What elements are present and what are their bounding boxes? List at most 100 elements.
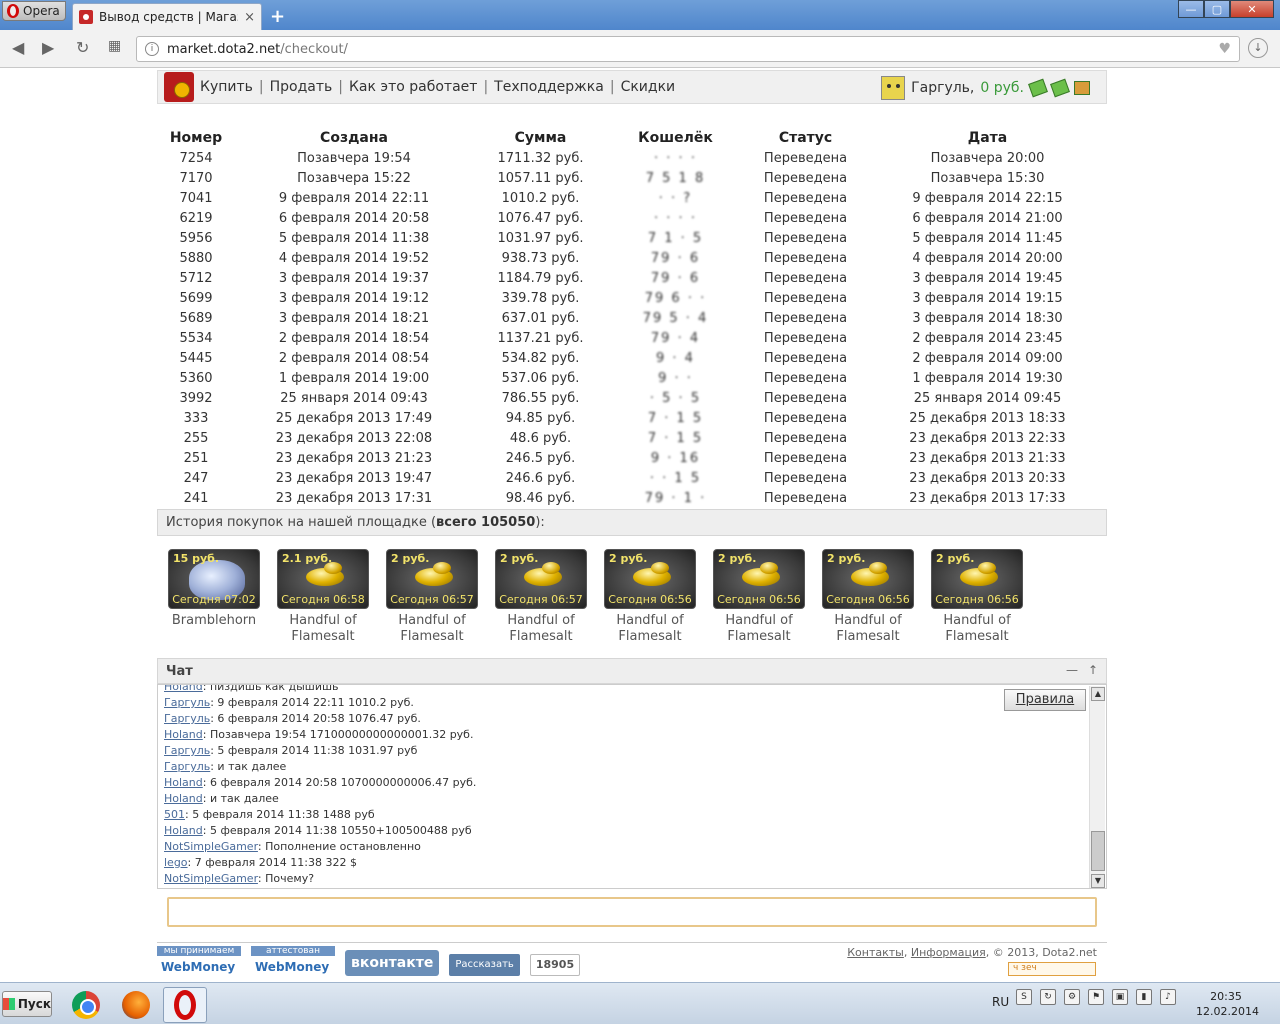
chat-collapse-icon[interactable]: —: [1066, 663, 1078, 677]
avatar[interactable]: [881, 76, 906, 100]
information-link[interactable]: Информация: [911, 946, 986, 959]
item-name[interactable]: Handful of Flamesalt: [604, 613, 696, 645]
chat-nick[interactable]: lego: [164, 856, 188, 869]
chat-nick[interactable]: 501: [164, 808, 185, 821]
chat-scrollbar[interactable]: ▲ ▼: [1089, 686, 1105, 888]
address-bar[interactable]: i market.dota2.net/checkout/ ♥: [136, 36, 1240, 62]
chat-nick[interactable]: Гаргуль: [164, 744, 210, 757]
chat-text: : Почему?: [257, 872, 315, 885]
chat-nick[interactable]: Гаргуль: [164, 712, 210, 725]
network-icon[interactable]: ▮: [1136, 989, 1152, 1005]
purchase-item[interactable]: 2 руб. Сегодня 06:56 Handful of Flamesalt: [822, 549, 914, 645]
purchase-item[interactable]: 2 руб. Сегодня 06:56 Handful of Flamesalt: [713, 549, 805, 645]
chat-messages[interactable]: Holand: пиздишь как дышишь Гаргуль: 9 фев…: [157, 684, 1107, 889]
add-funds-icon[interactable]: [1028, 78, 1048, 98]
site-info-icon[interactable]: i: [145, 42, 159, 56]
device-icon[interactable]: ▣: [1112, 989, 1128, 1005]
reload-icon[interactable]: ↻: [76, 38, 89, 57]
scroll-down-icon[interactable]: ▼: [1091, 874, 1105, 888]
chat-nick[interactable]: Holand: [164, 728, 203, 741]
item-name[interactable]: Handful of Flamesalt: [495, 613, 587, 645]
rules-button[interactable]: Правила: [1004, 689, 1086, 711]
purchase-item[interactable]: 2 руб. Сегодня 06:57 Handful of Flamesalt: [495, 549, 587, 645]
chat-up-icon[interactable]: ↑: [1088, 663, 1098, 677]
cell-wallet: 79 · 6: [650, 250, 701, 266]
steam-icon[interactable]: S: [1016, 989, 1032, 1005]
contacts-link[interactable]: Контакты: [847, 946, 904, 959]
settings-icon[interactable]: ⚙: [1064, 989, 1080, 1005]
item-name[interactable]: Handful of Flamesalt: [713, 613, 805, 645]
tab-close-icon[interactable]: ×: [244, 10, 255, 25]
taskbar-firefox[interactable]: [114, 987, 158, 1023]
speed-dial-grid-icon[interactable]: ▦: [108, 38, 121, 54]
menu-discounts[interactable]: Скидки: [621, 79, 676, 95]
menu-how-it-works[interactable]: Как это работает: [349, 79, 477, 95]
flag-icon[interactable]: ⚑: [1088, 989, 1104, 1005]
purchase-item[interactable]: 15 руб. Сегодня 07:02 Bramblehorn: [168, 549, 260, 645]
vkontakte-button[interactable]: вконтакте: [345, 950, 440, 976]
item-card[interactable]: 2 руб. Сегодня 06:56: [713, 549, 805, 609]
purchase-item[interactable]: 2 руб. Сегодня 06:57 Handful of Flamesalt: [386, 549, 478, 645]
purchase-item[interactable]: 2 руб. Сегодня 06:56 Handful of Flamesalt: [604, 549, 696, 645]
chat-nick[interactable]: Holand: [164, 792, 203, 805]
item-card[interactable]: 2.1 руб. Сегодня 06:58: [277, 549, 369, 609]
item-name[interactable]: Handful of Flamesalt: [277, 613, 369, 645]
chat-nick[interactable]: Holand: [164, 776, 203, 789]
menu-buy[interactable]: Купить: [200, 79, 253, 95]
scroll-thumb[interactable]: [1091, 831, 1105, 871]
opera-menu-button[interactable]: Opera: [2, 1, 66, 21]
chat-nick[interactable]: NotSimpleGamer: [164, 872, 258, 885]
item-name[interactable]: Handful of Flamesalt: [386, 613, 478, 645]
new-tab-button[interactable]: +: [270, 6, 285, 27]
start-button[interactable]: Пуск: [2, 991, 52, 1017]
username[interactable]: Гаргуль,: [911, 80, 974, 96]
chat-nick[interactable]: Гаргуль: [164, 760, 210, 773]
item-name[interactable]: Handful of Flamesalt: [931, 613, 1023, 645]
volume-icon[interactable]: ♪: [1160, 989, 1176, 1005]
menu-sell[interactable]: Продать: [270, 79, 333, 95]
item-card[interactable]: 2 руб. Сегодня 06:57: [495, 549, 587, 609]
downloads-icon[interactable]: ↓: [1248, 38, 1268, 58]
logout-icon[interactable]: [1074, 81, 1090, 95]
cell-number: 255: [183, 430, 209, 446]
language-indicator[interactable]: RU: [992, 995, 1009, 1009]
scroll-up-icon[interactable]: ▲: [1091, 687, 1105, 701]
item-card[interactable]: 2 руб. Сегодня 06:56: [604, 549, 696, 609]
item-name[interactable]: Handful of Flamesalt: [822, 613, 914, 645]
col-date-header: Дата: [967, 130, 1008, 146]
visit-counter-badge[interactable]: ч зеч: [1008, 962, 1096, 976]
taskbar-opera[interactable]: [163, 987, 207, 1023]
cell-status: Переведена: [763, 170, 848, 186]
close-window-button[interactable]: ✕: [1230, 0, 1274, 18]
clock[interactable]: 20:35 12.02.2014: [1196, 989, 1259, 1019]
sync-icon[interactable]: ↻: [1040, 989, 1056, 1005]
forward-arrow-icon[interactable]: ▶: [42, 38, 54, 57]
menu-support[interactable]: Техподдержка: [494, 79, 604, 95]
browser-tab[interactable]: Вывод средств | Магазин ×: [72, 3, 262, 30]
purchase-item[interactable]: 2.1 руб. Сегодня 06:58 Handful of Flamesal…: [277, 549, 369, 645]
chat-nick[interactable]: Holand: [164, 824, 203, 837]
item-card[interactable]: 15 руб. Сегодня 07:02: [168, 549, 260, 609]
item-name[interactable]: Bramblehorn: [168, 613, 260, 629]
minimize-button[interactable]: —: [1178, 0, 1204, 18]
cell-number: 5534: [179, 330, 213, 346]
back-arrow-icon[interactable]: ◀: [12, 38, 24, 57]
taskbar-chrome[interactable]: [64, 987, 108, 1023]
webmoney-attested-badge[interactable]: аттестован WebMoney: [251, 946, 335, 976]
cell-status: Переведена: [763, 250, 848, 266]
item-card[interactable]: 2 руб. Сегодня 06:56: [822, 549, 914, 609]
purchase-item[interactable]: 2 руб. Сегодня 06:56 Handful of Flamesalt: [931, 549, 1023, 645]
site-favicon-icon: [79, 10, 93, 24]
chat-nick[interactable]: Holand: [164, 685, 203, 693]
chat-input[interactable]: [167, 897, 1097, 927]
withdraw-icon[interactable]: [1050, 78, 1070, 98]
item-card[interactable]: 2 руб. Сегодня 06:56: [931, 549, 1023, 609]
dota2-market-logo-icon[interactable]: [164, 72, 194, 102]
bookmark-heart-icon[interactable]: ♥: [1218, 41, 1231, 57]
chat-nick[interactable]: Гаргуль: [164, 696, 210, 709]
webmoney-accept-badge[interactable]: мы принимаем WebMoney: [157, 946, 241, 976]
vk-share-button[interactable]: Рассказать: [449, 954, 520, 976]
maximize-button[interactable]: ▢: [1204, 0, 1230, 18]
chat-nick[interactable]: NotSimpleGamer: [164, 840, 258, 853]
item-card[interactable]: 2 руб. Сегодня 06:57: [386, 549, 478, 609]
